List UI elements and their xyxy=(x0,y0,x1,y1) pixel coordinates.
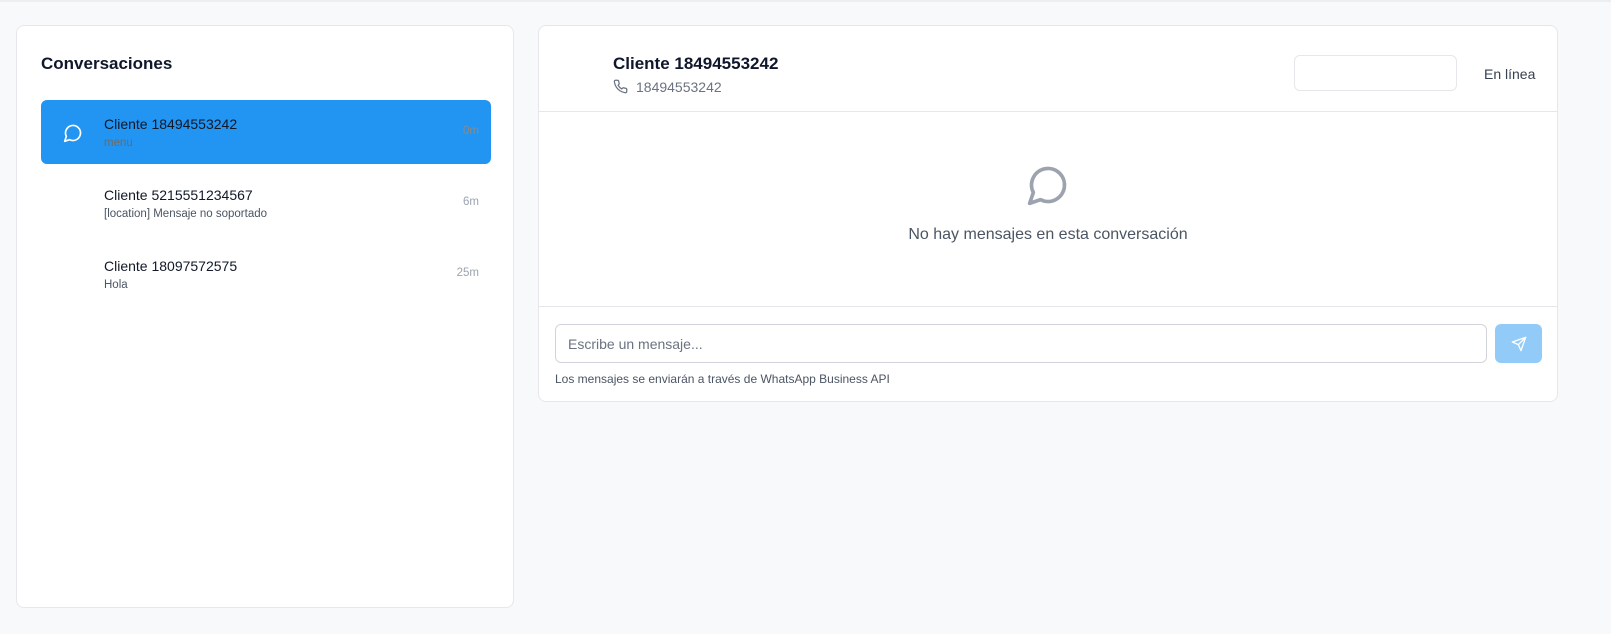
message-circle-icon xyxy=(1027,166,1067,206)
api-footnote: Los mensajes se enviarán a través de Wha… xyxy=(555,372,890,386)
chat-header: Cliente 18494553242 18494553242 En línea xyxy=(539,26,1557,112)
phone-icon xyxy=(613,79,628,94)
conversation-list: Cliente 18494553242 menu 0m Cliente 5215… xyxy=(41,100,491,313)
conversation-item-active[interactable]: Cliente 18494553242 menu 0m xyxy=(41,100,491,164)
message-circle-icon xyxy=(63,124,82,143)
empty-state-text: No hay mensajes en esta conversación xyxy=(908,226,1188,243)
messages-area: No hay mensajes en esta conversación xyxy=(539,113,1557,307)
conversation-time: 6m xyxy=(463,196,479,208)
conversation-preview: menu xyxy=(104,137,133,149)
send-icon xyxy=(1511,336,1526,351)
conversation-name: Cliente 18097572575 xyxy=(104,258,238,274)
conversation-preview: Hola xyxy=(104,279,128,291)
chat-panel: Cliente 18494553242 18494553242 En línea… xyxy=(538,25,1558,402)
conversation-preview: [location] Mensaje no soportado xyxy=(104,208,268,220)
conversation-time: 25m xyxy=(456,267,479,279)
header-select[interactable] xyxy=(1294,55,1457,91)
conversation-time: 0m xyxy=(463,125,479,137)
conversations-sidebar: Conversaciones Cliente 18494553242 menu … xyxy=(16,25,514,608)
send-button[interactable] xyxy=(1495,324,1542,363)
message-input[interactable] xyxy=(555,324,1487,363)
conversation-item[interactable]: Cliente 5215551234567 [location] Mensaje… xyxy=(41,171,491,235)
conversation-name: Cliente 18494553242 xyxy=(104,116,238,132)
conversation-name: Cliente 5215551234567 xyxy=(104,187,253,203)
top-divider xyxy=(0,0,1611,2)
contact-name: Cliente 18494553242 xyxy=(613,54,779,73)
sidebar-title: Conversaciones xyxy=(41,54,173,73)
conversation-item[interactable]: Cliente 18097572575 Hola 25m xyxy=(41,242,491,306)
contact-phone: 18494553242 xyxy=(636,79,722,95)
status-text: En línea xyxy=(1484,66,1536,82)
